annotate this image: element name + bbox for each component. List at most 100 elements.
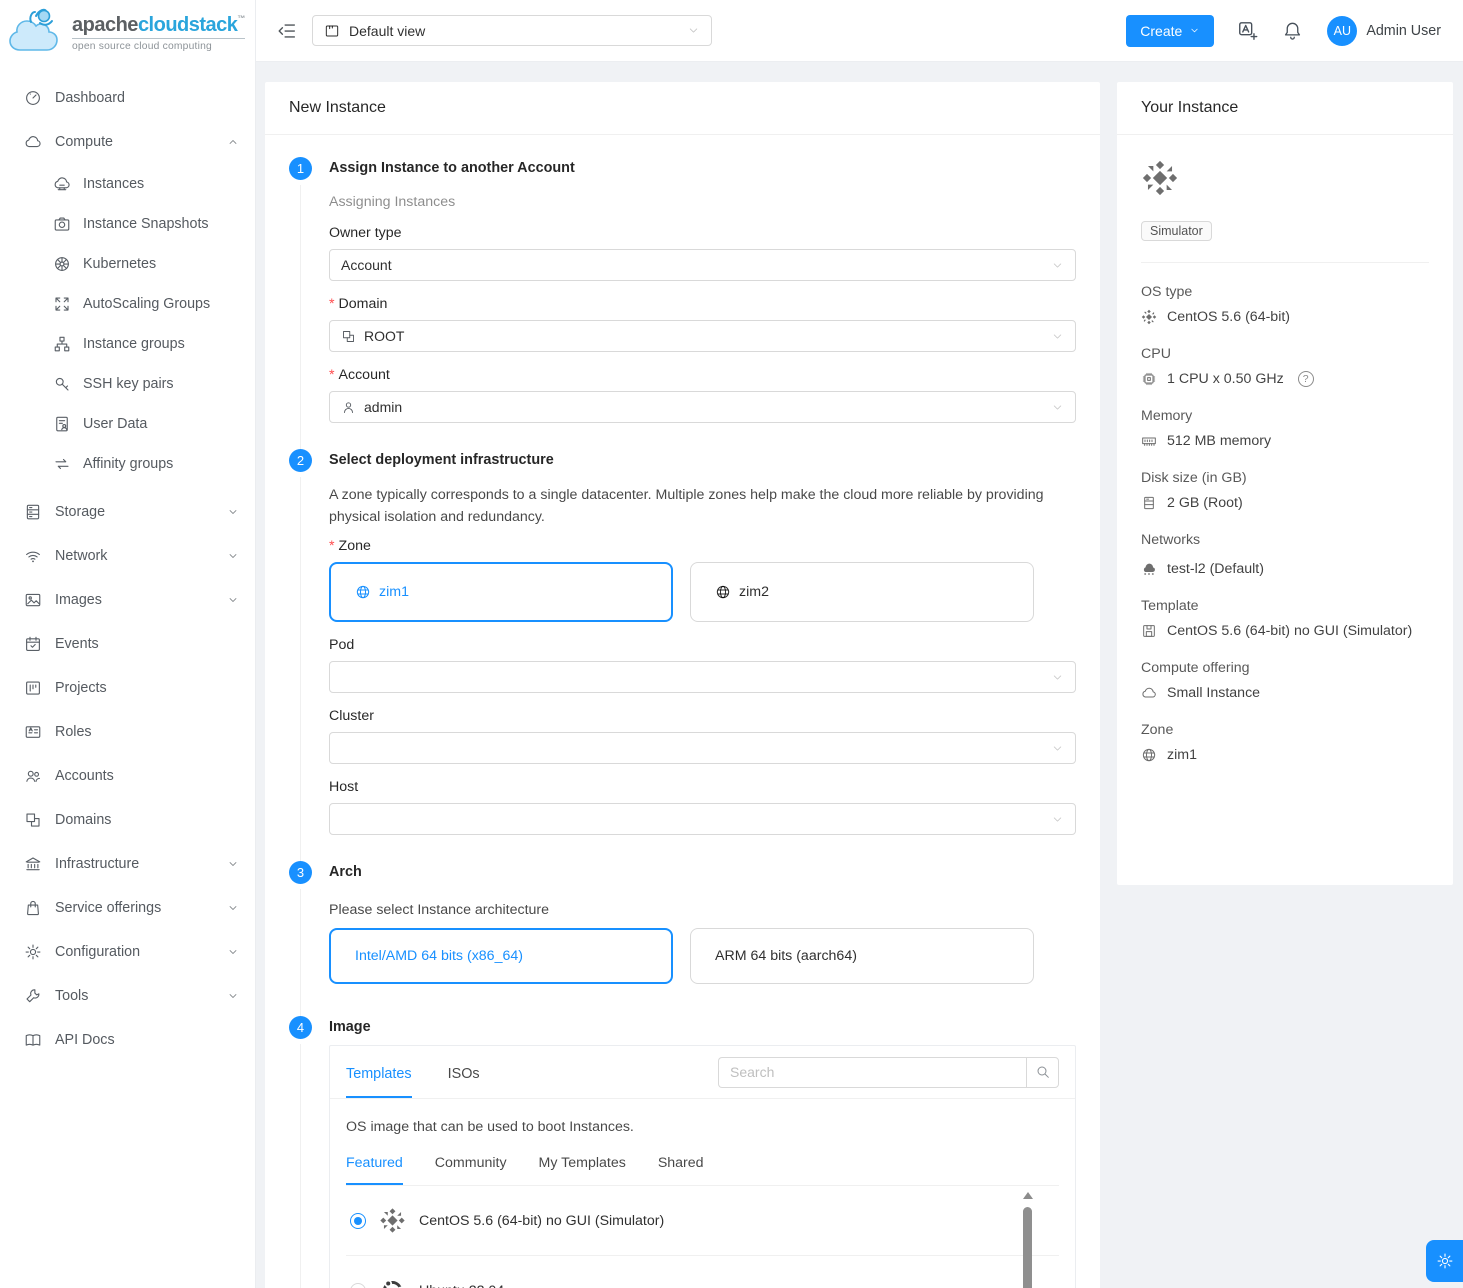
wifi-icon xyxy=(24,547,42,565)
zone-option-zim2[interactable]: zim2 xyxy=(690,562,1034,622)
menu-fold-icon[interactable] xyxy=(276,20,298,42)
sidebar-item-projects[interactable]: Projects xyxy=(0,666,255,710)
chevron-down-icon xyxy=(227,506,239,518)
globe-icon xyxy=(1141,747,1157,763)
disk-icon xyxy=(1141,495,1157,511)
domain-value: ROOT xyxy=(364,328,404,344)
search-button[interactable] xyxy=(1026,1057,1059,1088)
filter-my-templates[interactable]: My Templates xyxy=(539,1155,626,1185)
step-image: 4 Image Templates ISOs OS image that can… xyxy=(289,1016,1076,1288)
sidebar-item-roles[interactable]: Roles xyxy=(0,710,255,754)
step-subtitle: Assigning Instances xyxy=(329,194,1076,210)
swap-arrows-icon xyxy=(53,455,71,473)
summary-cpu: CPU 1 CPU x 0.50 GHz ? xyxy=(1141,346,1429,387)
tab-templates[interactable]: Templates xyxy=(346,1046,412,1098)
sidebar-item-events[interactable]: Events xyxy=(0,622,255,666)
owner-type-select[interactable]: Account xyxy=(329,249,1076,281)
sidebar-item-network[interactable]: Network xyxy=(0,534,255,578)
sidebar-item-affinity-groups[interactable]: Affinity groups xyxy=(0,444,255,484)
sidebar-item-accounts[interactable]: Accounts xyxy=(0,754,255,798)
sidebar-item-api-docs[interactable]: API Docs xyxy=(0,1018,255,1062)
new-instance-card: New Instance 1 Assign Instance to anothe… xyxy=(265,82,1100,1288)
sidebar-item-compute[interactable]: Compute xyxy=(0,120,255,164)
template-row-centos[interactable]: CentOS 5.6 (64-bit) no GUI (Simulator) xyxy=(346,1186,1059,1256)
view-selector[interactable]: Default view xyxy=(312,15,712,46)
step-arch: 3 Arch Please select Instance architectu… xyxy=(289,861,1076,1016)
chevron-down-icon xyxy=(227,550,239,562)
gear-icon xyxy=(1436,1252,1454,1270)
blocks-icon xyxy=(24,811,42,829)
centos-icon xyxy=(1141,309,1157,325)
user-document-icon xyxy=(53,415,71,433)
image-picker: Templates ISOs OS image that can be used… xyxy=(329,1045,1076,1288)
template-list-scrollbar[interactable] xyxy=(1022,1192,1033,1288)
sidebar-item-instance-snapshots[interactable]: Instance Snapshots xyxy=(0,204,255,244)
project-icon xyxy=(24,679,42,697)
panel-title: Your Instance xyxy=(1141,99,1238,117)
sidebar-item-instance-groups[interactable]: Instance groups xyxy=(0,324,255,364)
host-select[interactable] xyxy=(329,803,1076,835)
bell-icon[interactable] xyxy=(1282,20,1304,42)
cloudstack-monkey-logo-icon xyxy=(6,6,68,60)
radio-selected[interactable] xyxy=(350,1213,366,1229)
arrows-expand-icon xyxy=(53,295,71,313)
arch-option-x86[interactable]: Intel/AMD 64 bits (x86_64) xyxy=(329,928,673,984)
sidebar-item-autoscaling-groups[interactable]: AutoScaling Groups xyxy=(0,284,255,324)
app-logo[interactable]: apachecloudstack™ open source cloud comp… xyxy=(0,0,255,64)
arch-option-arm[interactable]: ARM 64 bits (aarch64) xyxy=(690,928,1034,984)
scroll-up-arrow-icon[interactable] xyxy=(1023,1192,1033,1199)
brand-name: apachecloudstack™ xyxy=(72,14,245,36)
sidebar-item-tools[interactable]: Tools xyxy=(0,974,255,1018)
sidebar-item-configuration[interactable]: Configuration xyxy=(0,930,255,974)
sidebar-item-label: Dashboard xyxy=(55,90,125,106)
tab-isos[interactable]: ISOs xyxy=(448,1046,480,1098)
domain-select[interactable]: ROOT xyxy=(329,320,1076,352)
search-input[interactable] xyxy=(718,1057,1026,1088)
filter-shared[interactable]: Shared xyxy=(658,1155,704,1185)
sidebar-item-user-data[interactable]: User Data xyxy=(0,404,255,444)
sidebar-item-infrastructure[interactable]: Infrastructure xyxy=(0,842,255,886)
sidebar-item-images[interactable]: Images xyxy=(0,578,255,622)
step-number-badge: 1 xyxy=(289,157,312,180)
globe-icon xyxy=(715,584,731,600)
step-number-badge: 3 xyxy=(289,861,312,884)
settings-fab-button[interactable] xyxy=(1426,1240,1463,1282)
filter-community[interactable]: Community xyxy=(435,1155,507,1185)
zone-option-zim1[interactable]: zim1 xyxy=(329,562,673,622)
pod-select[interactable] xyxy=(329,661,1076,693)
org-chart-icon xyxy=(53,335,71,353)
radio-unselected[interactable] xyxy=(350,1283,366,1288)
chevron-down-icon xyxy=(1051,671,1064,684)
account-select[interactable]: admin xyxy=(329,391,1076,423)
sidebar-item-kubernetes[interactable]: Kubernetes xyxy=(0,244,255,284)
cluster-select[interactable] xyxy=(329,732,1076,764)
sidebar-item-storage[interactable]: Storage xyxy=(0,490,255,534)
sidebar-item-ssh-key-pairs[interactable]: SSH key pairs xyxy=(0,364,255,404)
step-rail xyxy=(300,1044,301,1288)
divider xyxy=(1141,262,1429,263)
user-menu[interactable]: AU Admin User xyxy=(1327,16,1441,46)
chevron-down-icon xyxy=(227,990,239,1002)
sidebar-item-service-offerings[interactable]: Service offerings xyxy=(0,886,255,930)
sidebar-item-dashboard[interactable]: Dashboard xyxy=(0,76,255,120)
sidebar-item-instances[interactable]: Instances xyxy=(0,164,255,204)
account-value: admin xyxy=(364,399,402,415)
template-row-ubuntu[interactable]: Ubuntu 22.04 xyxy=(346,1256,1059,1288)
sidebar-nav: Dashboard Compute Instances Instance Sna… xyxy=(0,64,255,1062)
filter-featured[interactable]: Featured xyxy=(346,1155,403,1185)
host-label: Host xyxy=(329,779,1076,795)
bank-icon xyxy=(24,855,42,873)
translate-icon[interactable] xyxy=(1237,20,1259,42)
chevron-down-icon xyxy=(1051,401,1064,414)
template-search xyxy=(718,1057,1059,1088)
pod-label: Pod xyxy=(329,637,1076,653)
chevron-down-icon xyxy=(687,24,700,37)
create-button[interactable]: Create xyxy=(1126,15,1214,47)
account-label: *Account xyxy=(329,367,1076,383)
help-icon[interactable]: ? xyxy=(1298,371,1314,387)
view-card-icon xyxy=(324,23,340,39)
scrollbar-thumb[interactable] xyxy=(1023,1207,1032,1288)
view-selector-value: Default view xyxy=(349,23,425,39)
sidebar-item-domains[interactable]: Domains xyxy=(0,798,255,842)
book-icon xyxy=(24,1031,42,1049)
